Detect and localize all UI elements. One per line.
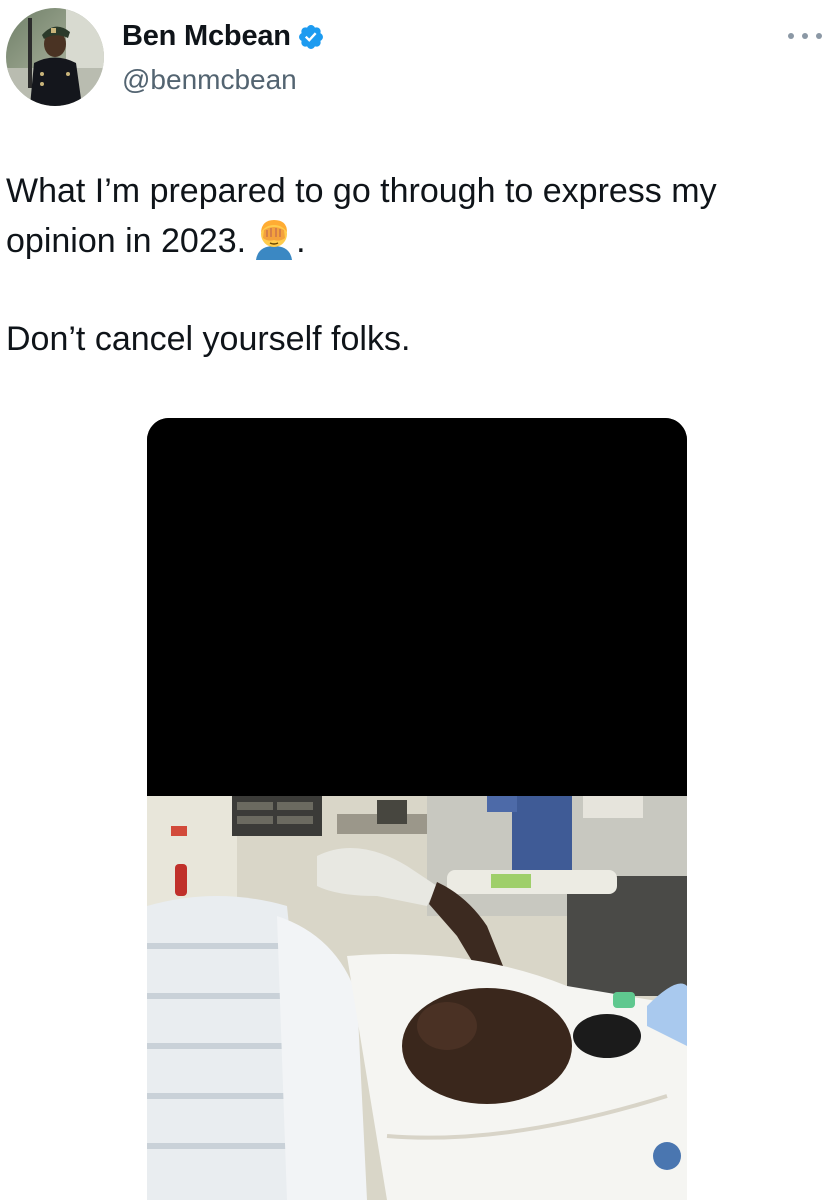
tweet-line-text: opinion in 2023. (6, 222, 247, 260)
author-handle[interactable]: @benmcbean (122, 64, 297, 96)
avatar-image (6, 8, 104, 106)
tweet-media-photo[interactable] (147, 418, 687, 1200)
avatar[interactable] (6, 8, 104, 106)
media-blacked-out-region (147, 418, 687, 796)
tweet: Ben Mcbean @benmcbean What I’m prepared … (0, 0, 830, 1200)
tweet-line: opinion in 2023. . (6, 216, 816, 266)
tweet-text: What I’m prepared to go through to expre… (6, 166, 816, 364)
face-palm-emoji-icon (252, 216, 296, 260)
tweet-line-tail: . (296, 222, 306, 260)
more-dot (802, 33, 808, 39)
media-photo-scene (147, 796, 687, 1200)
author-name-row: Ben Mcbean (122, 20, 325, 53)
more-options-button[interactable] (788, 26, 822, 46)
tweet-line: What I’m prepared to go through to expre… (6, 172, 717, 210)
more-dot (816, 33, 822, 39)
author-display-name[interactable]: Ben Mcbean (122, 20, 291, 53)
tweet-line: Don’t cancel yourself folks. (6, 320, 411, 358)
more-horizontal-icon (788, 33, 794, 39)
verified-badge-icon (297, 23, 325, 51)
